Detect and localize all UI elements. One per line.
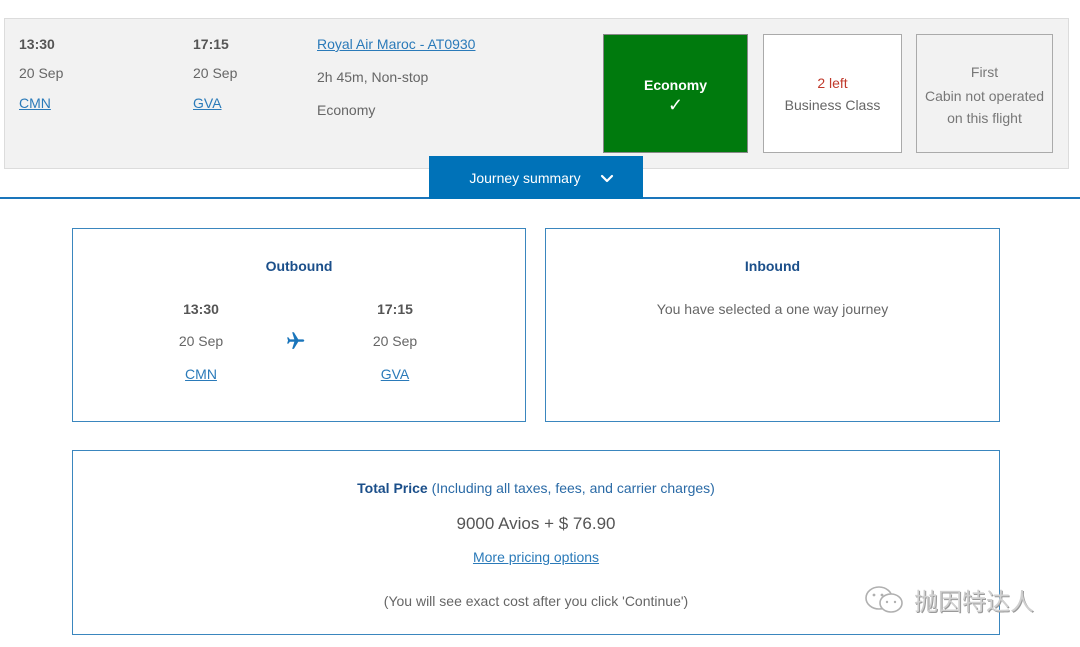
wechat-icon: [865, 585, 903, 613]
cabin-economy-label: Economy: [643, 76, 707, 93]
cabin-first-note-line1: Cabin not operated: [924, 87, 1045, 104]
total-price-label-bold: Total Price: [357, 480, 428, 496]
arrival-airport-link[interactable]: GVA: [193, 95, 222, 111]
price-note: (You will see exact cost after you click…: [383, 593, 689, 609]
outbound-departure-time: 13:30: [183, 301, 219, 317]
cabin-first-label: First: [970, 63, 999, 80]
cabin-option-economy[interactable]: Economy ✓: [603, 34, 748, 153]
watermark-text: 抛因特达人: [914, 589, 1034, 616]
inbound-message: You have selected a one way journey: [656, 301, 889, 317]
total-price-panel: Total Price (Including all taxes, fees, …: [72, 450, 1000, 635]
outbound-arrival-time: 17:15: [377, 301, 413, 317]
pricing-options-wrap: More pricing options: [73, 549, 999, 567]
watermark: 抛因特达人: [862, 582, 1034, 617]
flight-cabin: Economy: [317, 102, 376, 118]
departure-date: 20 Sep: [19, 65, 64, 81]
total-price-label-detail: (Including all taxes, fees, and carrier …: [427, 480, 715, 496]
flight-result-row: 13:30 20 Sep CMN 17:15 20 Sep GVA Royal …: [4, 18, 1069, 169]
inbound-title: Inbound: [744, 258, 801, 274]
flight-number-link[interactable]: Royal Air Maroc - AT0930: [317, 36, 475, 52]
journey-summary-toggle[interactable]: Journey summary: [429, 156, 643, 199]
cabin-option-first: First Cabin not operated on this flight: [916, 34, 1053, 153]
seats-left-badge: 2 left: [817, 74, 848, 91]
outbound-departure-airport-link[interactable]: CMN: [151, 366, 251, 382]
cabin-option-business[interactable]: 2 left Business Class: [763, 34, 902, 153]
journey-summary-label: Journey summary: [469, 169, 581, 186]
total-price-value: 9000 Avios + $ 76.90: [456, 514, 616, 533]
arrival-date: 20 Sep: [193, 65, 238, 81]
outbound-departure-date: 20 Sep: [178, 333, 224, 349]
inbound-panel: Inbound You have selected a one way jour…: [545, 228, 1000, 422]
plane-icon: [287, 332, 305, 349]
arrival-time: 17:15: [193, 36, 229, 52]
departure-time: 13:30: [19, 36, 55, 52]
more-pricing-options-link[interactable]: More pricing options: [473, 549, 599, 565]
outbound-arrival-date: 20 Sep: [372, 333, 418, 349]
outbound-panel: Outbound 13:30 20 Sep CMN 17:15 20 Sep G…: [72, 228, 526, 422]
outbound-title: Outbound: [265, 258, 333, 274]
outbound-arrival-airport-link[interactable]: GVA: [345, 366, 445, 382]
checkmark-icon: ✓: [667, 94, 684, 115]
total-price-label: Total Price (Including all taxes, fees, …: [73, 480, 999, 496]
chevron-down-icon: [600, 174, 613, 182]
cabin-first-note-line2: on this flight: [947, 109, 1022, 126]
departure-airport-link[interactable]: CMN: [19, 95, 51, 111]
flight-duration: 2h 45m, Non-stop: [317, 69, 429, 85]
cabin-business-label: Business Class: [784, 96, 881, 113]
